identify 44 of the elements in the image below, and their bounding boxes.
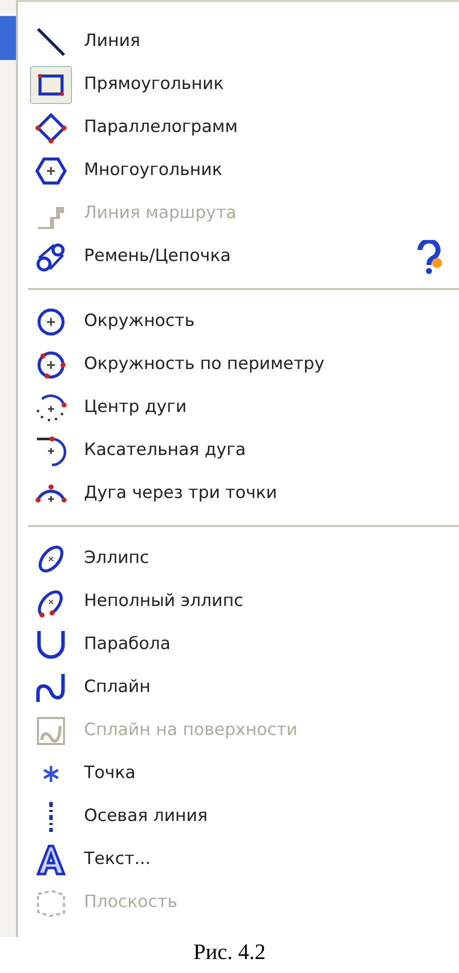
menu-item-label: Дуга через три точки <box>84 482 278 505</box>
menu-item[interactable]: Эллипс <box>18 537 459 580</box>
dashed-line-icon <box>48 800 54 834</box>
menu-item-label: Центр дуги <box>84 396 187 419</box>
menu-item-label: Сплайн на поверхности <box>84 718 298 742</box>
menu-item[interactable]: Текст... <box>18 838 459 881</box>
menu-item[interactable]: Многоугольник <box>18 149 459 192</box>
menu-item[interactable]: Ремень/Цепочка <box>18 235 459 278</box>
menu-item-label: Прямоугольник <box>84 72 224 96</box>
menu-item[interactable]: Окружность <box>18 300 459 343</box>
menu-item-label: Линия маршрута <box>84 202 236 225</box>
menu-item[interactable]: Окружность по периметру <box>18 343 459 386</box>
letter-a-icon <box>34 842 68 876</box>
menu-item-label: Парабола <box>84 632 171 656</box>
menu-item[interactable]: Линия <box>18 20 459 63</box>
menu-item-label: Ремень/Цепочка <box>84 244 231 268</box>
menu-item[interactable]: Касательная дуга <box>18 429 459 472</box>
menu-item[interactable]: Осевая линия <box>18 795 459 838</box>
menu-item[interactable]: Параллелограмм <box>18 106 459 149</box>
menu-item[interactable]: Неполный эллипс <box>18 580 459 623</box>
menu-item-label: Текст... <box>84 848 151 871</box>
tangent-arc-icon <box>34 434 68 468</box>
menu-item-label: Эллипс <box>84 546 150 570</box>
figure-caption: Рис. 4.2 <box>192 938 267 966</box>
menu-item-label: Точка <box>84 762 136 785</box>
menu-item[interactable]: Прямоугольник <box>18 63 459 106</box>
diamond-icon <box>34 110 68 144</box>
menu-item[interactable]: Дуга через три точки <box>18 472 459 515</box>
menu-item[interactable]: Центр дуги <box>18 386 459 429</box>
help-icon[interactable] <box>417 240 443 274</box>
menu-item-label: Касательная дуга <box>84 438 246 462</box>
menu-item-label: Многоугольник <box>84 158 222 182</box>
menu-item-label: Неполный эллипс <box>84 590 244 613</box>
menu-item-label: Плоскость <box>84 890 178 914</box>
menu-item-label: Сплайн <box>84 676 150 699</box>
menu-item[interactable]: Сплайн <box>18 666 459 709</box>
menu-item[interactable]: Точка <box>18 752 459 795</box>
menu-item-label: Окружность по периметру <box>84 352 324 376</box>
menu-item-label: Окружность <box>84 310 195 333</box>
menu-item-label: Линия <box>84 30 140 53</box>
menu-item[interactable]: Парабола <box>18 623 459 666</box>
menu-item-label: Параллелограмм <box>84 116 238 139</box>
menu-item-label: Осевая линия <box>84 804 208 828</box>
three-point-arc-icon <box>34 482 68 504</box>
